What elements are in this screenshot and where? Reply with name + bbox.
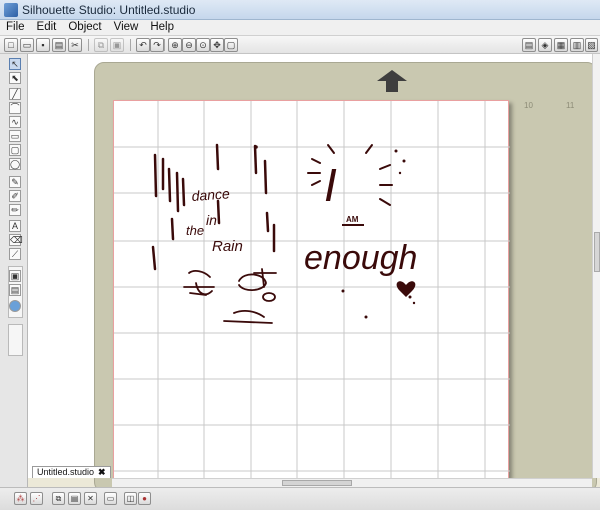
pencil-tool-icon[interactable]: ✏ [9, 204, 21, 216]
mat-ruler-mark: 11 [566, 101, 575, 110]
word-in: in [206, 212, 217, 228]
bottom-toolbar: ⁂ ⋰ ⧉ ▤ ✕ ▭ ◫ ● [0, 487, 600, 510]
group-icon[interactable]: ⁂ [14, 492, 27, 505]
align-icon[interactable]: ▭ [104, 492, 117, 505]
fit-page-icon[interactable]: ▢ [224, 38, 238, 52]
app-icon [4, 3, 18, 17]
mat-ruler-mark: 10 [524, 101, 533, 110]
sketch-drawing: dance in the Rain I AM enough [114, 101, 510, 479]
freehand-tool-icon[interactable]: ✎ [9, 176, 21, 188]
select-tool-icon[interactable]: ↖ [9, 58, 21, 70]
word-rain: Rain [212, 238, 243, 255]
fill-panel-icon[interactable]: ▣ [9, 270, 21, 282]
grid [114, 101, 510, 479]
zoom-out-icon[interactable]: ⊖ [182, 38, 196, 52]
puddles [183, 268, 277, 324]
edit-points-icon[interactable]: ⬉ [9, 72, 21, 84]
horizontal-scrollbar[interactable] [112, 478, 592, 487]
rounded-rect-tool-icon[interactable]: ▢ [9, 144, 21, 156]
rectangle-tool-icon[interactable]: ▭ [9, 130, 21, 142]
zoom-select-icon[interactable]: ⊙ [196, 38, 210, 52]
cut-settings-icon[interactable]: ▥ [570, 38, 584, 52]
zoom-in-icon[interactable]: ⊕ [168, 38, 182, 52]
pan-icon[interactable]: ✥ [210, 38, 224, 52]
app-window: Silhouette Studio: Untitled.studio File … [0, 0, 600, 510]
copy-icon[interactable]: ⧉ [94, 38, 108, 52]
save-icon[interactable]: ▪ [36, 38, 50, 52]
move-icon[interactable]: ▤ [68, 492, 81, 505]
print-icon[interactable]: ▤ [52, 38, 66, 52]
tool-strip: ↖ ⬉ ╱ ⌒ ∿ ▭ ▢ ◯ ✎ ✐ ✏ A ⌫ ⟋ ▣ ▤ [0, 54, 28, 489]
weld-icon[interactable]: ◫ [124, 492, 137, 505]
word-the: the [186, 223, 204, 238]
ellipse-tool-icon[interactable]: ◯ [9, 158, 21, 170]
menu-view[interactable]: View [108, 20, 145, 35]
sparkle-marks [307, 144, 393, 206]
word-am: AM [346, 215, 359, 224]
extra-panel-group [8, 324, 23, 356]
polygon-tool-icon[interactable]: ⌒ [9, 102, 21, 114]
line-tool-icon[interactable]: ╱ [9, 88, 21, 100]
redo-icon[interactable]: ↷ [150, 38, 164, 52]
menu-bar: File Edit Object View Help [0, 20, 600, 36]
line-panel-icon[interactable]: ▤ [9, 284, 21, 296]
vertical-scrollbar[interactable] [592, 54, 600, 478]
knife-tool-icon[interactable]: ⟋ [9, 248, 21, 260]
undo-icon[interactable]: ↶ [136, 38, 150, 52]
toolbar-divider [164, 39, 165, 51]
window-title: Silhouette Studio: Untitled.studio [22, 3, 196, 17]
store-icon[interactable]: ▦ [554, 38, 568, 52]
word-enough: enough [304, 239, 417, 277]
document-tab-bar: Untitled.studio ✖ [28, 466, 592, 478]
toolbar: □ ▭ ▪ ▤ ✂ ⧉ ▣ ↶ ↷ ⊕ ⊖ ⊙ ✥ ▢ ▤ ◈ ▦ ▥ ▧ [0, 36, 600, 54]
smooth-freehand-icon[interactable]: ✐ [9, 190, 21, 202]
delete-icon[interactable]: ✕ [84, 492, 97, 505]
new-icon[interactable]: □ [4, 38, 18, 52]
design-page-icon[interactable]: ▤ [522, 38, 536, 52]
duplicate-icon[interactable]: ⧉ [52, 492, 65, 505]
word-i: I [324, 159, 337, 211]
eraser-tool-icon[interactable]: ⌫ [9, 234, 23, 246]
load-arrow-icon[interactable] [377, 70, 407, 92]
vertical-scroll-thumb[interactable] [594, 232, 600, 272]
document-tab[interactable]: Untitled.studio ✖ [32, 466, 111, 478]
open-icon[interactable]: ▭ [20, 38, 34, 52]
cut-send-icon[interactable]: ✂ [68, 38, 82, 52]
replicate-panel-icon[interactable] [9, 300, 21, 312]
curve-tool-icon[interactable]: ∿ [9, 116, 21, 128]
word-dance: dance [191, 185, 230, 204]
menu-help[interactable]: Help [144, 20, 180, 35]
paste-icon[interactable]: ▣ [110, 38, 124, 52]
library-icon[interactable]: ◈ [538, 38, 552, 52]
document-tab-label: Untitled.studio [37, 467, 95, 477]
horizontal-scroll-thumb[interactable] [282, 480, 352, 486]
menu-object[interactable]: Object [62, 20, 107, 35]
title-bar: Silhouette Studio: Untitled.studio [0, 0, 600, 20]
text-tool-icon[interactable]: A [9, 220, 21, 232]
close-icon[interactable]: ✖ [98, 467, 106, 478]
menu-file[interactable]: File [0, 20, 31, 35]
ungroup-icon[interactable]: ⋰ [30, 492, 43, 505]
offset-icon[interactable]: ● [138, 492, 151, 505]
page-paper: dance in the Rain I AM enough [113, 100, 510, 479]
toolbar-divider [88, 39, 89, 51]
toolbar-divider [130, 39, 131, 51]
send-icon[interactable]: ▧ [585, 38, 598, 52]
menu-edit[interactable]: Edit [31, 20, 63, 35]
